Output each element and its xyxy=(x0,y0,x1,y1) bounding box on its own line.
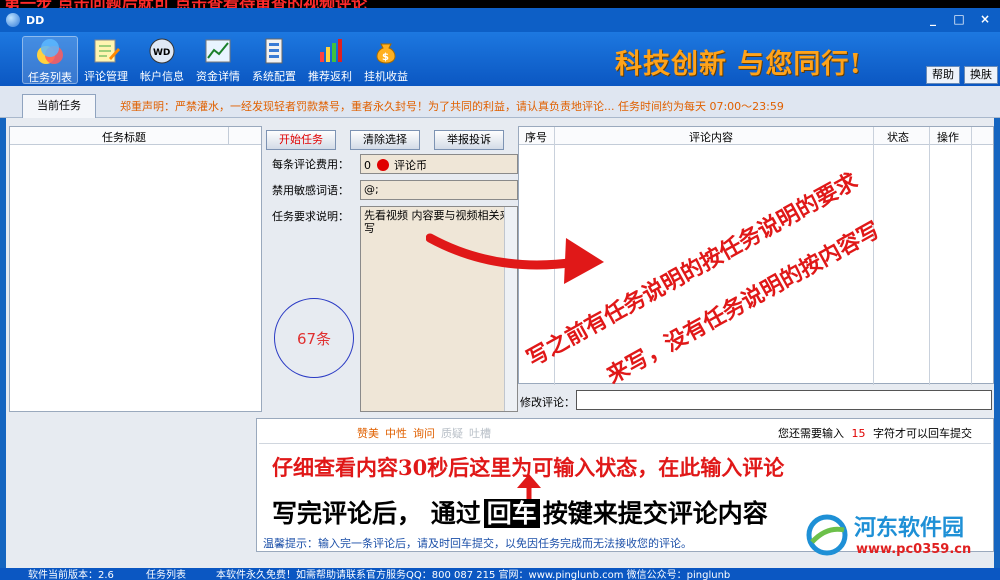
annotation-line-2-suffix: 按键来提交评论内容 xyxy=(542,499,768,528)
switch-skin-button[interactable]: 换肤 xyxy=(964,66,998,84)
start-task-button[interactable]: 开始任务 xyxy=(266,130,336,150)
toolbar-label: 任务列表 xyxy=(28,71,72,84)
toolbar-label: 资金详情 xyxy=(196,70,240,83)
count-text: 67条 xyxy=(296,329,332,348)
cost-label: 每条评论费用： xyxy=(272,158,349,171)
window-title: DD xyxy=(26,13,45,27)
tag-praise[interactable]: 赞美 xyxy=(357,425,379,441)
toolbar-settings[interactable]: 系统配置 xyxy=(246,36,302,84)
watermark-url: www.pc0359.cn xyxy=(856,542,972,557)
close-button[interactable]: × xyxy=(976,11,994,27)
report-button[interactable]: 举报投诉 xyxy=(434,130,504,150)
column-status: 状态 xyxy=(887,131,909,144)
rebate-chart-icon xyxy=(315,36,345,66)
comment-manage-icon xyxy=(91,36,121,66)
red-dot-marker xyxy=(376,159,389,171)
notice-text: 郑重声明：严禁灌水，一经发现轻者罚款禁号，重者永久封号！为了共同的利益，请认真负… xyxy=(120,100,784,113)
tab-current-task[interactable]: 当前任务 xyxy=(22,94,96,118)
enter-key-label: 回车 xyxy=(483,499,540,528)
toolbar-label: 挂机收益 xyxy=(364,70,408,83)
need-input-suffix: 字符才可以回车提交 xyxy=(873,427,972,440)
watermark-name: 河东软件园 xyxy=(854,516,965,541)
status-bar: 软件当前版本：2.6 任务列表 本软件永久免费！如需帮助请联系官方服务QQ：80… xyxy=(0,568,1000,580)
tag-doubt[interactable]: 质疑 xyxy=(441,425,463,441)
tip-text: 温馨提示：输入完一条评论后，请及时回车提交，以免因任务完成而无法接收您的评论。 xyxy=(263,537,692,550)
window-controls: _ □ × xyxy=(924,11,994,27)
edit-comment-label: 修改评论： xyxy=(520,396,575,409)
minimize-button[interactable]: _ xyxy=(924,11,942,27)
need-input-count: 15 xyxy=(851,427,866,440)
sensitive-field: @; xyxy=(360,180,518,200)
toolbar-comment-manage[interactable]: 评论管理 xyxy=(78,36,134,84)
comment-list-header: 序号 评论内容 状态 操作 xyxy=(519,127,993,145)
main-toolbar: 任务列表 评论管理 WD 帐户信息 资金详情 系统配置 推荐返利 $ 挂机收益 … xyxy=(0,32,1000,86)
tab-row: 当前任务 郑重声明：严禁灌水，一经发现轻者罚款禁号，重者永久封号！为了共同的利益… xyxy=(0,86,1000,118)
cost-field: 0 评论币 xyxy=(360,154,518,174)
status-version: 软件当前版本：2.6 xyxy=(28,570,114,580)
count-circle: 67条 xyxy=(274,298,354,378)
cost-value: 0 xyxy=(364,159,371,172)
need-input-hint: 您还需要输入 15 字符才可以回车提交 xyxy=(778,425,972,441)
toolbar-task-list[interactable]: 任务列表 xyxy=(22,36,78,84)
help-button[interactable]: 帮助 xyxy=(926,66,960,84)
column-task-title: 任务标题 xyxy=(102,131,146,144)
toolbar-label: 评论管理 xyxy=(84,70,128,83)
clear-selection-button[interactable]: 清除选择 xyxy=(350,130,420,150)
toolbar-rebate[interactable]: 推荐返利 xyxy=(302,36,358,84)
annotation-line-2-prefix: 写完评论后， 通过 xyxy=(272,499,481,528)
tag-ask[interactable]: 询问 xyxy=(413,425,435,441)
arrow-to-list xyxy=(426,233,604,284)
settings-icon xyxy=(259,36,289,66)
toolbar-label: 系统配置 xyxy=(252,70,296,83)
top-strip-text: 第一步 点击问题后就可 点击查看待审查的视频评论 xyxy=(4,0,367,8)
task-list-header: 任务标题 xyxy=(10,127,261,145)
need-input-prefix: 您还需要输入 xyxy=(778,427,844,440)
app-icon xyxy=(6,13,20,27)
task-list-icon xyxy=(35,37,65,67)
watermark: 河东软件园 www.pc0359.cn xyxy=(800,508,996,564)
svg-text:$: $ xyxy=(382,52,389,63)
money-bag-icon: $ xyxy=(371,36,401,66)
edit-comment-input[interactable] xyxy=(576,390,992,410)
status-info: 本软件永久免费！如需帮助请联系官方服务QQ：800 087 215 官网：www… xyxy=(216,570,731,580)
sensitive-label: 禁用敏感词语： xyxy=(272,184,349,197)
account-info-icon: WD xyxy=(147,36,177,66)
maximize-button[interactable]: □ xyxy=(950,11,968,27)
status-tab: 任务列表 xyxy=(146,570,186,580)
top-annotation-strip: 第一步 点击问题后就可 点击查看待审查的视频评论 xyxy=(0,0,1000,8)
funds-chart-icon xyxy=(203,36,233,66)
annotation-line-2: 写完评论后， 通过 回车 按键来提交评论内容 xyxy=(272,494,768,530)
slogan: 科技创新 与您同行! xyxy=(615,49,863,80)
toolbar-account-info[interactable]: WD 帐户信息 xyxy=(134,36,190,84)
toolbar-label: 帐户信息 xyxy=(140,70,184,83)
svg-text:WD: WD xyxy=(153,48,170,58)
cost-unit: 评论币 xyxy=(394,159,427,172)
toolbar-label: 推荐返利 xyxy=(308,70,352,83)
tag-neutral[interactable]: 中性 xyxy=(385,425,407,441)
title-bar: DD _ □ × xyxy=(0,8,1000,32)
column-comment-content: 评论内容 xyxy=(689,131,733,144)
tag-complain[interactable]: 吐槽 xyxy=(469,425,491,441)
column-action: 操作 xyxy=(937,131,959,144)
toolbar-funds[interactable]: 资金详情 xyxy=(190,36,246,84)
requirement-label: 任务要求说明： xyxy=(272,210,349,223)
edit-comment-row: 修改评论： xyxy=(518,388,994,412)
task-list-panel[interactable]: 任务标题 xyxy=(9,126,262,412)
column-index: 序号 xyxy=(525,131,547,144)
toolbar-hangup[interactable]: $ 挂机收益 xyxy=(358,36,414,84)
watermark-logo xyxy=(806,514,848,556)
